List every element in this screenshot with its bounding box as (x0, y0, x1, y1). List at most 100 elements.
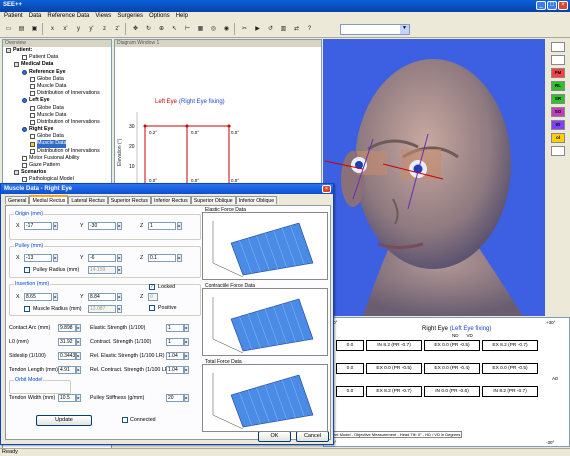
close-button[interactable]: × (558, 1, 568, 10)
spin-button[interactable]: ▸ (76, 338, 81, 346)
chevron-down-icon[interactable]: ▼ (400, 25, 409, 34)
chart-icon[interactable]: ▥ (278, 23, 289, 35)
pulley-z-input[interactable]: 0.1 (148, 254, 176, 262)
spin-button[interactable]: ▸ (184, 352, 189, 360)
right-toolbar-button[interactable] (551, 146, 565, 156)
measure-icon[interactable]: ⊢ (182, 23, 193, 35)
tree-item[interactable]: Distribution of Innervations (3, 148, 111, 155)
tree-item[interactable]: Patient: (3, 47, 111, 54)
field-input[interactable]: 31.92 (58, 338, 76, 346)
grid-icon[interactable]: ▦ (195, 23, 206, 35)
tree-item[interactable]: Muscle Data (3, 83, 111, 90)
origin-x-input[interactable]: -17 (24, 222, 52, 230)
field-input[interactable]: 1 (166, 324, 184, 332)
connected-checkbox[interactable] (122, 417, 128, 423)
spin-button[interactable]: ▸ (117, 266, 122, 274)
spin-button[interactable]: ▸ (76, 324, 81, 332)
tree-item[interactable]: Globe Data (3, 105, 111, 112)
right-toolbar-button[interactable] (551, 55, 565, 65)
insertion-z-input[interactable]: 0 (148, 293, 158, 301)
tree-item[interactable]: Globe Data (3, 133, 111, 140)
help-icon[interactable]: ? (304, 23, 315, 35)
menu-item-data[interactable]: Data (29, 12, 42, 21)
tree-item[interactable]: Left Eye (3, 97, 111, 104)
x-axis-neg-icon[interactable]: x' (60, 23, 71, 35)
move-icon[interactable]: ✥ (130, 23, 141, 35)
simulate-icon[interactable]: ▶ (252, 23, 263, 35)
tab-general[interactable]: General (5, 196, 30, 204)
right-toolbar-button[interactable]: ol (551, 133, 565, 143)
spin-button[interactable]: ▸ (117, 222, 122, 230)
tree-item[interactable]: Right Eye (3, 126, 111, 133)
spin-button[interactable]: ▸ (184, 366, 189, 374)
reset-icon[interactable]: ↺ (265, 23, 276, 35)
spin-button[interactable]: ▸ (53, 254, 58, 262)
positive-checkbox[interactable] (149, 305, 155, 311)
compare-icon[interactable]: ⇄ (291, 23, 302, 35)
tab-superior-oblique[interactable]: Superior Oblique (190, 196, 236, 204)
right-toolbar-button[interactable]: SO (551, 107, 565, 117)
spin-button[interactable]: ▸ (184, 324, 189, 332)
field-input[interactable]: 20 (166, 394, 184, 402)
spin-button[interactable]: ▸ (53, 222, 58, 230)
tab-medial-rectus[interactable]: Medial Rectus (29, 195, 69, 204)
maximize-button[interactable]: □ (547, 1, 557, 10)
spin-button[interactable]: ▸ (177, 222, 182, 230)
right-toolbar-button[interactable]: IO (551, 120, 565, 130)
tree-item[interactable]: Patient Data (3, 54, 111, 61)
spin-button[interactable]: ▸ (76, 394, 81, 402)
tree-item[interactable]: Reference Eye (3, 69, 111, 76)
field-input[interactable]: 1.04 (166, 352, 184, 360)
z-axis-icon[interactable]: z (99, 23, 110, 35)
x-axis-icon[interactable]: x (47, 23, 58, 35)
tab-inferior-oblique[interactable]: Inferior Oblique (235, 196, 278, 204)
field-input[interactable]: 1.04 (166, 366, 184, 374)
open-icon[interactable]: ▤ (16, 23, 27, 35)
right-toolbar-button[interactable]: PM (551, 68, 565, 78)
new-icon[interactable]: ▭ (3, 23, 14, 35)
spin-button[interactable]: ▸ (117, 254, 122, 262)
right-toolbar-button[interactable]: SR (551, 94, 565, 104)
muscle-radius-input[interactable]: 13.087 (88, 305, 116, 313)
3d-head-view[interactable] (323, 39, 545, 316)
muscle-radius-checkbox[interactable] (24, 306, 30, 312)
dialog-close-button[interactable]: × (322, 185, 331, 193)
field-input[interactable]: 0.3443 (58, 352, 76, 360)
field-input[interactable]: 1 (166, 338, 184, 346)
surgery-icon[interactable]: ✂ (239, 23, 250, 35)
spin-button[interactable]: ▸ (184, 394, 189, 402)
eye-icon[interactable]: ◉ (221, 23, 232, 35)
z-axis-neg-icon[interactable]: z' (112, 23, 123, 35)
rotate-icon[interactable]: ↻ (143, 23, 154, 35)
zoom-icon[interactable]: ⊕ (156, 23, 167, 35)
insertion-y-input[interactable]: 8.84 (88, 293, 116, 301)
y-axis-icon[interactable]: y (73, 23, 84, 35)
tree-item[interactable]: Muscle Data (3, 112, 111, 119)
spin-button[interactable]: ▸ (177, 254, 182, 262)
field-input[interactable]: 10.5 (58, 394, 76, 402)
tree-item[interactable]: Distribution of Innervations (3, 119, 111, 126)
menu-item-views[interactable]: Views (95, 12, 111, 21)
menu-item-reference-data[interactable]: Reference Data (47, 12, 89, 21)
tree-item[interactable]: Muscle Data (3, 140, 111, 148)
save-icon[interactable]: ▣ (29, 23, 40, 35)
origin-z-input[interactable]: 1 (148, 222, 176, 230)
spin-button[interactable]: ▸ (53, 293, 58, 301)
field-input[interactable]: 4.91 (58, 366, 76, 374)
target-icon[interactable]: ◎ (208, 23, 219, 35)
spin-button[interactable]: ▸ (76, 366, 81, 374)
origin-y-input[interactable]: -30 (88, 222, 116, 230)
pulley-y-input[interactable]: -6 (88, 254, 116, 262)
tree-item[interactable]: Motor Fusional Ability (3, 155, 111, 162)
view-select[interactable]: ▼ (340, 24, 410, 35)
menu-item-surgeries[interactable]: Surgeries (117, 12, 143, 21)
tab-lateral-rectus[interactable]: Lateral Rectus (68, 196, 108, 204)
menu-item-options[interactable]: Options (149, 12, 170, 21)
spin-button[interactable]: ▸ (184, 338, 189, 346)
pulley-radius-input[interactable]: 14.159 (88, 266, 116, 274)
tree-item[interactable]: Globe Data (3, 76, 111, 83)
pulley-x-input[interactable]: -13 (24, 254, 52, 262)
tab-superior-rectus[interactable]: Superior Rectus (107, 196, 151, 204)
spin-button[interactable]: ▸ (76, 352, 81, 360)
locked-checkbox[interactable]: ✓ (149, 284, 155, 290)
